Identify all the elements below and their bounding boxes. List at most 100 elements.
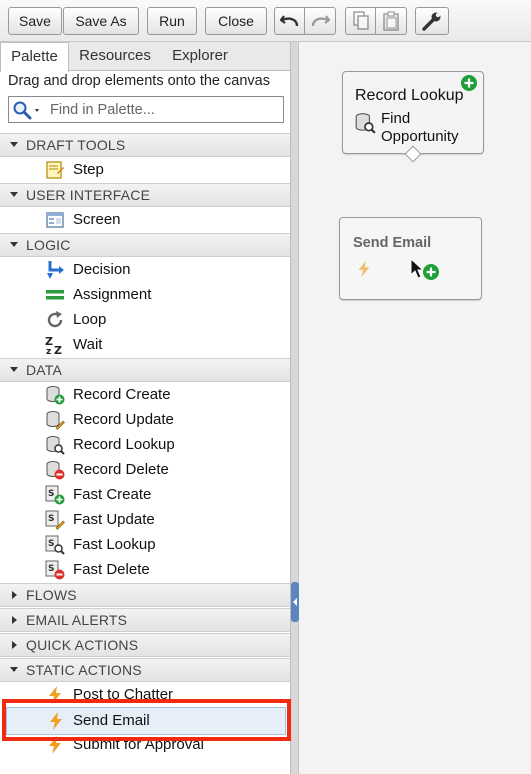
palette-item-fast-update[interactable]: S Fast Update (0, 508, 290, 533)
collapsed-arrow-icon (12, 641, 17, 649)
expanded-arrow-icon (10, 242, 18, 247)
fast-update-icon: S (45, 510, 65, 530)
palette-search (8, 96, 284, 123)
palette-item-record-update[interactable]: Record Update (0, 408, 290, 433)
fast-lookup-icon: S (45, 535, 65, 555)
fast-create-icon: S (45, 485, 65, 505)
category-draft-tools[interactable]: DRAFT TOOLS (0, 133, 290, 157)
flow-canvas[interactable]: Record Lookup Find Opportunity Send Emai… (300, 42, 531, 774)
category-quick-actions[interactable]: QUICK ACTIONS (0, 633, 290, 657)
lightning-bolt-icon (358, 260, 370, 278)
svg-text:Z: Z (54, 344, 62, 355)
decision-icon (47, 261, 64, 279)
add-plus-icon (423, 264, 439, 280)
tab-palette[interactable]: Palette (0, 42, 69, 72)
lightning-bolt-icon (49, 736, 61, 754)
collapsed-arrow-icon (12, 591, 17, 599)
expanded-arrow-icon (10, 142, 18, 147)
palette-item-decision[interactable]: Decision (0, 258, 290, 283)
search-options-button[interactable] (11, 99, 47, 120)
category-logic[interactable]: LOGIC (0, 233, 290, 257)
category-label: EMAIL ALERTS (26, 612, 128, 628)
collapsed-arrow-icon (12, 616, 17, 624)
assignment-icon (46, 290, 64, 300)
category-label: USER INTERFACE (26, 187, 151, 203)
element-name-label: Find Opportunity (381, 110, 459, 145)
category-label: STATIC ACTIONS (26, 662, 142, 678)
close-button[interactable]: Close (205, 7, 267, 35)
palette-item-fast-delete[interactable]: S Fast Delete (0, 558, 290, 583)
expanded-arrow-icon (10, 367, 18, 372)
screen-icon (46, 212, 64, 228)
expanded-arrow-icon (10, 667, 18, 672)
tab-explorer[interactable]: Explorer (161, 42, 239, 71)
copy-button[interactable] (345, 7, 376, 35)
step-icon (46, 161, 64, 179)
category-label: FLOWS (26, 587, 77, 603)
svg-text:S: S (48, 514, 54, 524)
tab-resources[interactable]: Resources (69, 42, 161, 71)
category-static-actions[interactable]: STATIC ACTIONS (0, 658, 290, 682)
loop-icon (47, 311, 63, 328)
run-button[interactable]: Run (147, 7, 197, 35)
palette-item-post-to-chatter[interactable]: Post to Chatter (0, 683, 290, 708)
wrench-icon (422, 12, 441, 31)
category-data[interactable]: DATA (0, 358, 290, 382)
paste-button[interactable] (376, 7, 407, 35)
palette-item-record-delete[interactable]: Record Delete (0, 458, 290, 483)
wait-icon: ZZz (45, 335, 62, 355)
palette-item-assignment[interactable]: Assignment (0, 283, 290, 308)
redo-icon (311, 15, 330, 27)
svg-text:S: S (48, 489, 54, 499)
element-type-label: Send Email (353, 235, 432, 251)
record-lookup-icon (46, 436, 65, 455)
palette-item-fast-lookup[interactable]: S Fast Lookup (0, 533, 290, 558)
set-start-plus-icon[interactable] (460, 74, 478, 92)
undo-icon (279, 15, 298, 27)
palette-item-screen[interactable]: Screen (0, 208, 290, 233)
record-create-icon (46, 386, 65, 405)
palette-item-record-create[interactable]: Record Create (0, 383, 290, 408)
search-input[interactable] (50, 99, 280, 120)
palette-item-step[interactable]: Step (0, 158, 290, 183)
properties-button[interactable] (415, 7, 449, 35)
palette-item-record-lookup[interactable]: Record Lookup (0, 433, 290, 458)
copy-icon (352, 11, 369, 30)
record-update-icon (46, 411, 65, 430)
palette-item-wait[interactable]: ZZz Wait (0, 333, 290, 358)
redo-button[interactable] (305, 7, 336, 35)
svg-text:S: S (48, 539, 54, 549)
palette-item-submit-for-approval[interactable]: Submit for Approval (0, 733, 290, 758)
undo-button[interactable] (274, 7, 305, 35)
expanded-arrow-icon (10, 192, 18, 197)
category-user-interface[interactable]: USER INTERFACE (0, 183, 290, 207)
connector-node[interactable] (404, 145, 422, 163)
toolbar: Save Save As Run Close (0, 0, 531, 42)
lightning-bolt-icon (49, 686, 61, 704)
paste-icon (383, 11, 399, 31)
collapse-panel-handle[interactable] (291, 582, 299, 622)
panel-splitter[interactable] (291, 42, 299, 774)
category-email-alerts[interactable]: EMAIL ALERTS (0, 608, 290, 632)
save-as-button[interactable]: Save As (63, 7, 139, 35)
flow-element-record-lookup[interactable]: Record Lookup Find Opportunity (342, 71, 484, 163)
category-flows[interactable]: FLOWS (0, 583, 290, 607)
svg-text:S: S (48, 564, 54, 574)
save-button[interactable]: Save (8, 7, 62, 35)
search-icon (13, 101, 39, 119)
svg-text:z: z (46, 347, 51, 355)
palette-item-send-email[interactable]: Send Email (6, 707, 286, 735)
record-delete-icon (46, 461, 65, 480)
lightning-bolt-icon (50, 712, 62, 730)
category-label: QUICK ACTIONS (26, 637, 139, 653)
category-label: LOGIC (26, 237, 71, 253)
panel-tabs: Palette Resources Explorer (0, 42, 290, 72)
record-lookup-icon (355, 113, 376, 134)
fast-delete-icon: S (45, 560, 65, 580)
palette-hint: Drag and drop elements onto the canvas (8, 73, 270, 89)
palette-item-fast-create[interactable]: S Fast Create (0, 483, 290, 508)
category-label: DRAFT TOOLS (26, 137, 126, 153)
palette-panel: Palette Resources Explorer Drag and drop… (0, 42, 291, 774)
element-type-label: Record Lookup (355, 87, 464, 104)
palette-item-loop[interactable]: Loop (0, 308, 290, 333)
